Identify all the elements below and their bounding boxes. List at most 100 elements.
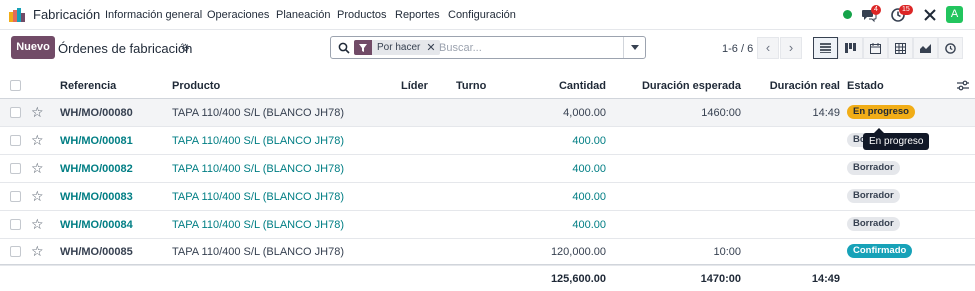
column-leader[interactable]: Líder (401, 80, 428, 92)
menu-general-info[interactable]: Información general (105, 9, 202, 21)
search-panel-toggle[interactable] (623, 37, 645, 58)
cell-quantity: 120,000.00 (550, 246, 606, 258)
list-icon (820, 43, 831, 53)
cell-product: TAPA 110/400 S/L (BLANCO JH78) (172, 246, 345, 258)
top-navbar: Fabricación Información general Operacio… (0, 0, 975, 30)
kanban-view-button[interactable] (838, 37, 863, 59)
menu-operations[interactable]: Operaciones (207, 9, 269, 21)
area-chart-icon (920, 44, 931, 53)
gear-icon[interactable]: ⚙ (181, 43, 190, 54)
search-icon (338, 42, 350, 54)
column-shift[interactable]: Turno (456, 80, 486, 92)
status-badge: Borrador (847, 189, 900, 203)
calendar-view-button[interactable] (863, 37, 888, 59)
app-name[interactable]: Fabricación (33, 7, 100, 22)
menu-planning[interactable]: Planeación (276, 9, 330, 21)
cell-expected-duration: 10:00 (713, 246, 741, 258)
cell-quantity: 400.00 (572, 219, 606, 231)
search-input[interactable] (439, 40, 619, 56)
cell-reference: WH/MO/00080 (60, 107, 133, 119)
total-expected-duration: 1470:00 (700, 273, 741, 285)
column-real-duration[interactable]: Duración real (750, 80, 840, 92)
online-status-icon (843, 10, 852, 19)
table-row[interactable]: ☆ WH/MO/00081 TAPA 110/400 S/L (BLANCO J… (0, 127, 975, 155)
star-icon[interactable]: ☆ (31, 160, 44, 177)
kanban-icon (845, 43, 856, 53)
cell-product: TAPA 110/400 S/L (BLANCO JH78) (172, 135, 345, 147)
table-header: Referencia Producto Líder Turno Cantidad… (0, 72, 975, 99)
cell-reference: WH/MO/00082 (60, 163, 133, 175)
menu-configuration[interactable]: Configuración (448, 9, 516, 21)
table-row[interactable]: ☆ WH/MO/00084 TAPA 110/400 S/L (BLANCO J… (0, 211, 975, 239)
debug-tools-icon[interactable] (922, 7, 938, 23)
row-checkbox[interactable] (10, 191, 21, 202)
status-badge: En progreso (847, 105, 915, 119)
clock-icon (945, 42, 956, 54)
search-box[interactable]: Por hacer ✕ (330, 36, 646, 59)
column-reference[interactable]: Referencia (60, 80, 116, 92)
menu-reports[interactable]: Reportes (395, 9, 440, 21)
cell-quantity: 400.00 (572, 191, 606, 203)
pager-previous-button[interactable]: ‹ (757, 37, 779, 59)
total-real-duration: 14:49 (811, 273, 840, 285)
cell-quantity: 400.00 (572, 163, 606, 175)
calendar-icon (870, 42, 881, 54)
select-all-checkbox[interactable] (10, 80, 21, 91)
table-row[interactable]: ☆ WH/MO/00082 TAPA 110/400 S/L (BLANCO J… (0, 155, 975, 183)
column-product[interactable]: Producto (172, 80, 220, 92)
cell-reference: WH/MO/00081 (60, 135, 133, 147)
star-icon[interactable]: ☆ (31, 216, 44, 233)
column-quantity[interactable]: Cantidad (500, 80, 606, 92)
user-avatar[interactable]: A (946, 6, 963, 23)
optional-columns-icon[interactable] (957, 80, 969, 91)
column-expected-duration[interactable]: Duración esperada (620, 80, 741, 92)
row-checkbox[interactable] (10, 107, 21, 118)
cell-expected-duration: 1460:00 (701, 107, 741, 119)
pager-next-button[interactable]: › (780, 37, 802, 59)
list-view-button[interactable] (813, 37, 838, 59)
cell-product: TAPA 110/400 S/L (BLANCO JH78) (172, 219, 345, 231)
menu-products[interactable]: Productos (337, 9, 387, 21)
page-title: Órdenes de fabricación (58, 41, 193, 56)
cell-real-duration: 14:49 (812, 107, 840, 119)
row-checkbox[interactable] (10, 135, 21, 146)
table-row[interactable]: ☆ WH/MO/00085 TAPA 110/400 S/L (BLANCO J… (0, 238, 975, 266)
graph-view-button[interactable] (913, 37, 938, 59)
cell-quantity: 400.00 (572, 135, 606, 147)
new-button[interactable]: Nuevo (11, 36, 55, 59)
filter-icon (354, 40, 372, 55)
status-badge: Borrador (847, 161, 900, 175)
manufacturing-app-icon[interactable] (9, 8, 25, 22)
filter-facet[interactable]: Por hacer ✕ (354, 40, 440, 55)
filter-facet-label: Por hacer (377, 42, 421, 53)
cell-product: TAPA 110/400 S/L (BLANCO JH78) (172, 191, 345, 203)
chevron-down-icon (631, 45, 639, 50)
status-badge: Confirmado (847, 244, 913, 258)
messages-badge: 4 (871, 5, 881, 15)
pivot-table-icon (895, 42, 906, 54)
star-icon[interactable]: ☆ (31, 188, 44, 205)
cell-reference: WH/MO/00085 (60, 246, 133, 258)
activity-view-button[interactable] (938, 37, 963, 59)
activities-badge: 15 (899, 5, 913, 15)
close-icon[interactable]: ✕ (426, 41, 439, 54)
star-icon[interactable]: ☆ (31, 243, 44, 260)
pager-value[interactable]: 1-6 / 6 (722, 43, 753, 55)
cell-reference: WH/MO/00083 (60, 191, 133, 203)
status-tooltip: En progreso (863, 133, 930, 150)
cell-product: TAPA 110/400 S/L (BLANCO JH78) (172, 163, 345, 175)
cell-product: TAPA 110/400 S/L (BLANCO JH78) (172, 107, 345, 119)
star-icon[interactable]: ☆ (31, 104, 44, 121)
row-checkbox[interactable] (10, 219, 21, 230)
star-icon[interactable]: ☆ (31, 132, 44, 149)
column-state[interactable]: Estado (847, 80, 884, 92)
cell-reference: WH/MO/00084 (60, 219, 133, 231)
table-row[interactable]: ☆ WH/MO/00083 TAPA 110/400 S/L (BLANCO J… (0, 183, 975, 211)
pivot-view-button[interactable] (888, 37, 913, 59)
row-checkbox[interactable] (10, 246, 21, 257)
table-row[interactable]: ☆ WH/MO/00080 TAPA 110/400 S/L (BLANCO J… (0, 99, 975, 127)
total-quantity: 125,600.00 (550, 273, 606, 285)
cell-quantity: 4,000.00 (563, 107, 606, 119)
row-checkbox[interactable] (10, 163, 21, 174)
status-badge: Borrador (847, 217, 900, 231)
